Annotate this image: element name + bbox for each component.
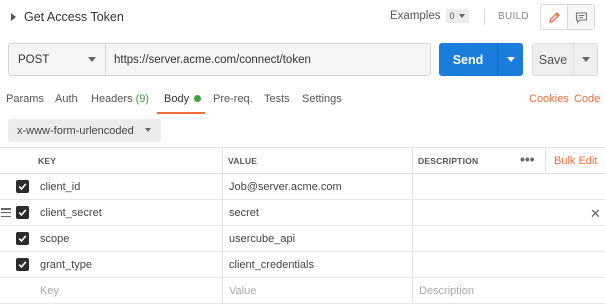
chevron-down-icon: [506, 57, 515, 62]
column-divider: [222, 252, 223, 277]
body-active-dot: [194, 95, 202, 102]
tab-prereq[interactable]: Pre-req.: [213, 93, 253, 105]
save-button[interactable]: Save: [533, 44, 573, 75]
column-divider: [222, 200, 223, 225]
param-key[interactable]: grant_type: [40, 259, 92, 271]
comment-icon: [575, 11, 587, 23]
row-checkbox[interactable]: [16, 232, 29, 245]
send-options-dropdown[interactable]: [497, 43, 523, 76]
column-divider: [412, 200, 413, 225]
table-row[interactable]: grant_type client_credentials: [0, 252, 605, 278]
active-tab-indicator: [157, 112, 205, 114]
param-key[interactable]: client_id: [40, 181, 80, 193]
code-link[interactable]: Code: [574, 93, 600, 105]
tab-body[interactable]: Body: [164, 93, 202, 105]
chevron-down-icon: [145, 128, 151, 132]
headers-count: (9): [135, 93, 150, 105]
tab-settings[interactable]: Settings: [302, 93, 342, 105]
method-label: POST: [18, 53, 50, 66]
form-params-table: KEY VALUE DESCRIPTION ••• Bulk Edit clie…: [0, 147, 605, 304]
comments-button[interactable]: [567, 5, 594, 29]
send-button[interactable]: Send: [439, 43, 497, 76]
tab-body-label: Body: [164, 93, 190, 105]
checkmark-icon: [18, 261, 27, 269]
new-description-input[interactable]: Description: [419, 285, 474, 297]
examples-count-badge[interactable]: 0: [445, 9, 469, 23]
body-type-label: x-www-form-urlencoded: [17, 124, 134, 137]
cookies-link[interactable]: Cookies: [529, 93, 569, 105]
build-mode-label[interactable]: BUILD: [498, 11, 529, 22]
param-key[interactable]: client_secret: [40, 207, 102, 219]
chevron-down-icon: [458, 14, 465, 18]
param-value[interactable]: Job@server.acme.com: [229, 181, 342, 193]
row-checkbox[interactable]: [16, 180, 29, 193]
param-value[interactable]: usercube_api: [229, 233, 295, 245]
row-checkbox[interactable]: [16, 258, 29, 271]
checkmark-icon: [18, 209, 27, 217]
request-tabs: Params Auth Headers (9) Body Pre-req. Te…: [0, 90, 605, 114]
pencil-icon: [548, 11, 560, 23]
column-divider: [412, 148, 413, 173]
checkmark-icon: [18, 235, 27, 243]
column-divider: [545, 148, 546, 173]
column-header-key: KEY: [38, 156, 57, 166]
send-button-group: Send: [439, 43, 523, 76]
chevron-down-icon: [88, 57, 96, 62]
column-divider: [222, 174, 223, 199]
column-divider: [222, 148, 223, 173]
more-options-icon[interactable]: •••: [520, 151, 535, 167]
column-divider: [412, 278, 413, 303]
view-toggle-group: [540, 4, 595, 30]
column-divider: [412, 252, 413, 277]
table-header: KEY VALUE DESCRIPTION ••• Bulk Edit: [0, 147, 605, 174]
url-input[interactable]: https://server.acme.com/connect/token: [106, 44, 430, 75]
examples-dropdown[interactable]: Examples 0: [390, 9, 469, 23]
column-divider: [222, 278, 223, 303]
new-key-input[interactable]: Key: [40, 285, 59, 297]
column-header-value: VALUE: [228, 156, 258, 166]
new-param-row[interactable]: Key Value Description: [0, 278, 605, 304]
request-title[interactable]: Get Access Token: [24, 10, 124, 24]
param-value[interactable]: client_credentials: [229, 259, 314, 271]
tab-params[interactable]: Params: [6, 93, 44, 105]
method-select[interactable]: POST: [9, 44, 106, 75]
chevron-down-icon: [581, 57, 590, 62]
divider: [484, 9, 485, 25]
save-options-dropdown[interactable]: [573, 44, 597, 75]
save-button-group: Save: [532, 43, 598, 76]
delete-row-icon[interactable]: ✕: [590, 206, 601, 222]
column-divider: [222, 226, 223, 251]
edit-pencil-button[interactable]: [541, 5, 567, 29]
column-divider: [412, 226, 413, 251]
table-row[interactable]: client_secret secret ✕: [0, 200, 605, 226]
table-row[interactable]: client_id Job@server.acme.com: [0, 174, 605, 200]
collapse-caret-icon[interactable]: [11, 13, 16, 21]
column-divider: [412, 174, 413, 199]
examples-label: Examples: [390, 10, 441, 22]
request-bar: POST https://server.acme.com/connect/tok…: [8, 43, 431, 76]
table-row[interactable]: scope usercube_api: [0, 226, 605, 252]
bulk-edit-link[interactable]: Bulk Edit: [554, 155, 597, 167]
drag-handle-icon[interactable]: [1, 208, 11, 217]
tab-auth[interactable]: Auth: [55, 93, 78, 105]
row-checkbox[interactable]: [16, 206, 29, 219]
new-value-input[interactable]: Value: [229, 285, 256, 297]
column-header-description: DESCRIPTION: [418, 156, 479, 166]
param-key[interactable]: scope: [40, 233, 69, 245]
tab-tests[interactable]: Tests: [264, 93, 290, 105]
tab-headers-label: Headers: [91, 93, 133, 105]
param-value[interactable]: secret: [229, 207, 259, 219]
tab-headers[interactable]: Headers (9): [91, 93, 149, 105]
body-type-dropdown[interactable]: x-www-form-urlencoded: [8, 119, 161, 142]
checkmark-icon: [18, 183, 27, 191]
